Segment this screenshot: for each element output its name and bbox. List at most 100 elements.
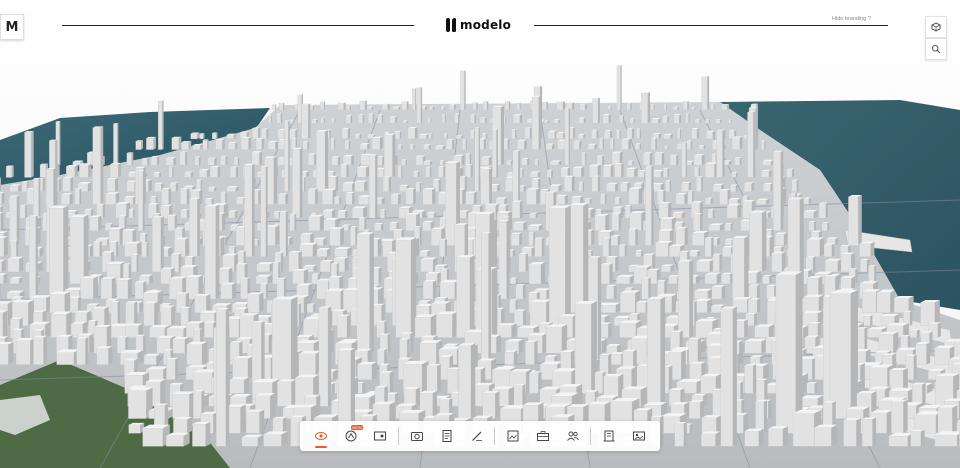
tool-people[interactable] (561, 424, 585, 448)
building-side (478, 127, 480, 192)
building-front (422, 222, 432, 231)
building-front (106, 179, 116, 192)
building-side (661, 152, 665, 166)
building-side (519, 200, 523, 219)
building-front (416, 87, 421, 124)
building-front (893, 298, 909, 313)
building-front (626, 168, 635, 178)
building-front (743, 135, 748, 140)
building-side (395, 116, 398, 124)
tool-beta-feature[interactable]: NEW (339, 424, 363, 448)
building-side (100, 126, 104, 205)
3d-city-viewport[interactable] (0, 0, 960, 468)
tool-building[interactable] (597, 424, 621, 448)
building-side (710, 197, 713, 205)
building-side (817, 321, 822, 338)
tool-image-frame[interactable] (501, 424, 525, 448)
building-side (42, 177, 45, 192)
building-side (387, 333, 391, 354)
building-side (715, 431, 721, 447)
building-front (602, 238, 610, 257)
hide-branding-link[interactable]: Hide branding ? (832, 16, 871, 22)
building-front (110, 301, 118, 326)
building-front (158, 100, 163, 150)
city-scene[interactable] (0, 0, 960, 468)
building-front (109, 326, 127, 338)
tool-view[interactable] (309, 424, 333, 448)
tool-briefcase[interactable] (531, 424, 555, 448)
building-front (910, 431, 922, 447)
building-side (431, 133, 433, 139)
tool-map-pin[interactable] (368, 424, 392, 448)
building-side (346, 314, 351, 338)
building-side (602, 138, 604, 150)
tool-notes[interactable] (435, 424, 459, 448)
building-front (381, 104, 388, 111)
building-front (66, 166, 75, 178)
building-side (638, 187, 643, 205)
building-front (439, 239, 446, 257)
building-side (259, 409, 265, 434)
building-front (651, 119, 659, 124)
building-front (395, 239, 412, 338)
building-front (602, 165, 611, 178)
building-front (482, 393, 496, 419)
building-side (410, 332, 414, 354)
modelo-menu-button[interactable]: M (0, 14, 24, 40)
building-side (89, 333, 94, 354)
building-side (102, 203, 105, 219)
building-front (734, 158, 740, 166)
building-side (496, 129, 498, 178)
building-front (165, 158, 174, 166)
building-front (245, 411, 260, 434)
building-front (710, 104, 714, 111)
building-front (172, 338, 186, 354)
building-side (795, 271, 803, 434)
building-front (937, 407, 953, 434)
building-front (550, 161, 559, 166)
building-front (755, 401, 765, 434)
toolbar-separator (398, 427, 400, 445)
building-side (197, 197, 201, 257)
building-front (696, 177, 702, 192)
building-side (585, 152, 587, 166)
building-front (429, 107, 433, 111)
building-front (724, 223, 731, 231)
building-front (354, 182, 365, 192)
tool-image-export[interactable] (627, 424, 651, 448)
building-side (813, 221, 816, 231)
building-front (629, 212, 642, 231)
building-side (519, 232, 523, 246)
building-side (708, 119, 711, 124)
building-side (58, 178, 62, 192)
search-button[interactable] (925, 38, 947, 60)
building-front (600, 194, 606, 205)
building-front (726, 205, 738, 219)
building-side (405, 159, 407, 166)
building-side (872, 417, 877, 447)
model-view-button[interactable] (925, 16, 947, 38)
tool-markup[interactable] (465, 424, 489, 448)
building-side (388, 176, 391, 192)
building-front (888, 435, 908, 447)
building-side (507, 138, 510, 150)
building-front (728, 119, 732, 124)
building-side (401, 165, 403, 178)
building-side (808, 197, 811, 205)
building-front (277, 158, 285, 166)
building-front (9, 196, 17, 246)
building-side (690, 140, 693, 150)
building-side (413, 187, 416, 205)
building-front (876, 292, 891, 313)
building-front (628, 229, 636, 246)
tool-camera[interactable] (405, 424, 429, 448)
building-front (722, 247, 732, 257)
building-side (444, 114, 446, 124)
building-front (74, 189, 80, 205)
building-front (474, 127, 479, 192)
building-side (819, 237, 825, 257)
building-front (390, 194, 399, 205)
building-side (531, 246, 536, 257)
building-front (292, 148, 300, 219)
building-side (615, 255, 619, 272)
